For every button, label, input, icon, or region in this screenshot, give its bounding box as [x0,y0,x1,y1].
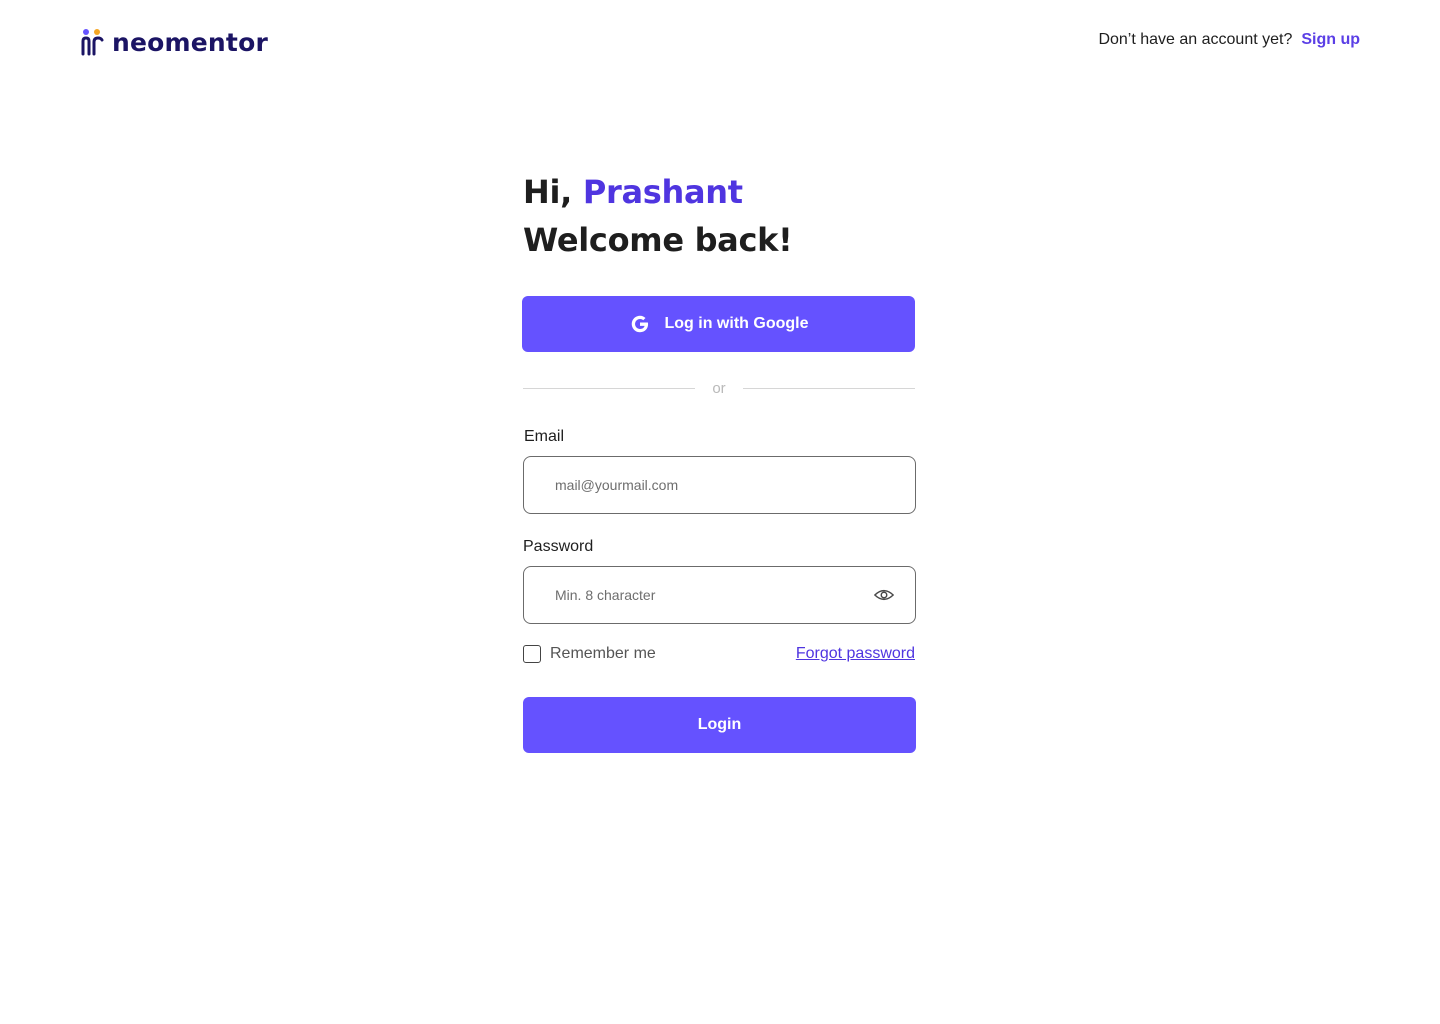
signup-link[interactable]: Sign up [1301,30,1360,50]
google-login-button[interactable]: Log in with Google [522,296,915,352]
divider-line-right [743,387,915,389]
signup-prompt-text: Don’t have an account yet? [1098,31,1293,48]
greeting-heading: Hi, Prashant [523,170,916,214]
password-label: Password [523,538,594,555]
forgot-password-link[interactable]: Forgot password [796,645,915,663]
divider-line-left [523,387,695,389]
remember-me-toggle[interactable]: Remember me [523,645,656,663]
remember-me-checkbox[interactable] [523,645,541,663]
email-field-box[interactable] [523,456,916,514]
login-button[interactable]: Login [523,697,916,753]
greeting-user-name: Prashant [582,173,743,211]
login-options: Remember me Forgot password [523,643,915,665]
password-field-box[interactable] [523,566,916,624]
logo-mark-icon [81,29,104,56]
email-input[interactable] [555,477,895,493]
or-divider: or [523,378,915,398]
welcome-heading: Welcome back! [523,221,793,259]
brand-name: neomentor [112,28,268,57]
brand-logo[interactable]: neomentor [80,26,268,56]
eye-icon[interactable] [873,584,895,606]
email-label: Email [524,428,565,445]
login-form: Hi, Prashant Welcome back! Log in with G… [522,170,916,753]
divider-text: or [712,379,726,397]
google-g-icon [631,315,648,333]
password-input[interactable] [555,587,873,603]
google-login-label: Log in with Google [664,315,809,332]
greeting-hi: Hi, [523,173,573,211]
signup-prompt: Don’t have an account yet? Sign up [1098,30,1360,50]
remember-me-label: Remember me [550,645,656,662]
